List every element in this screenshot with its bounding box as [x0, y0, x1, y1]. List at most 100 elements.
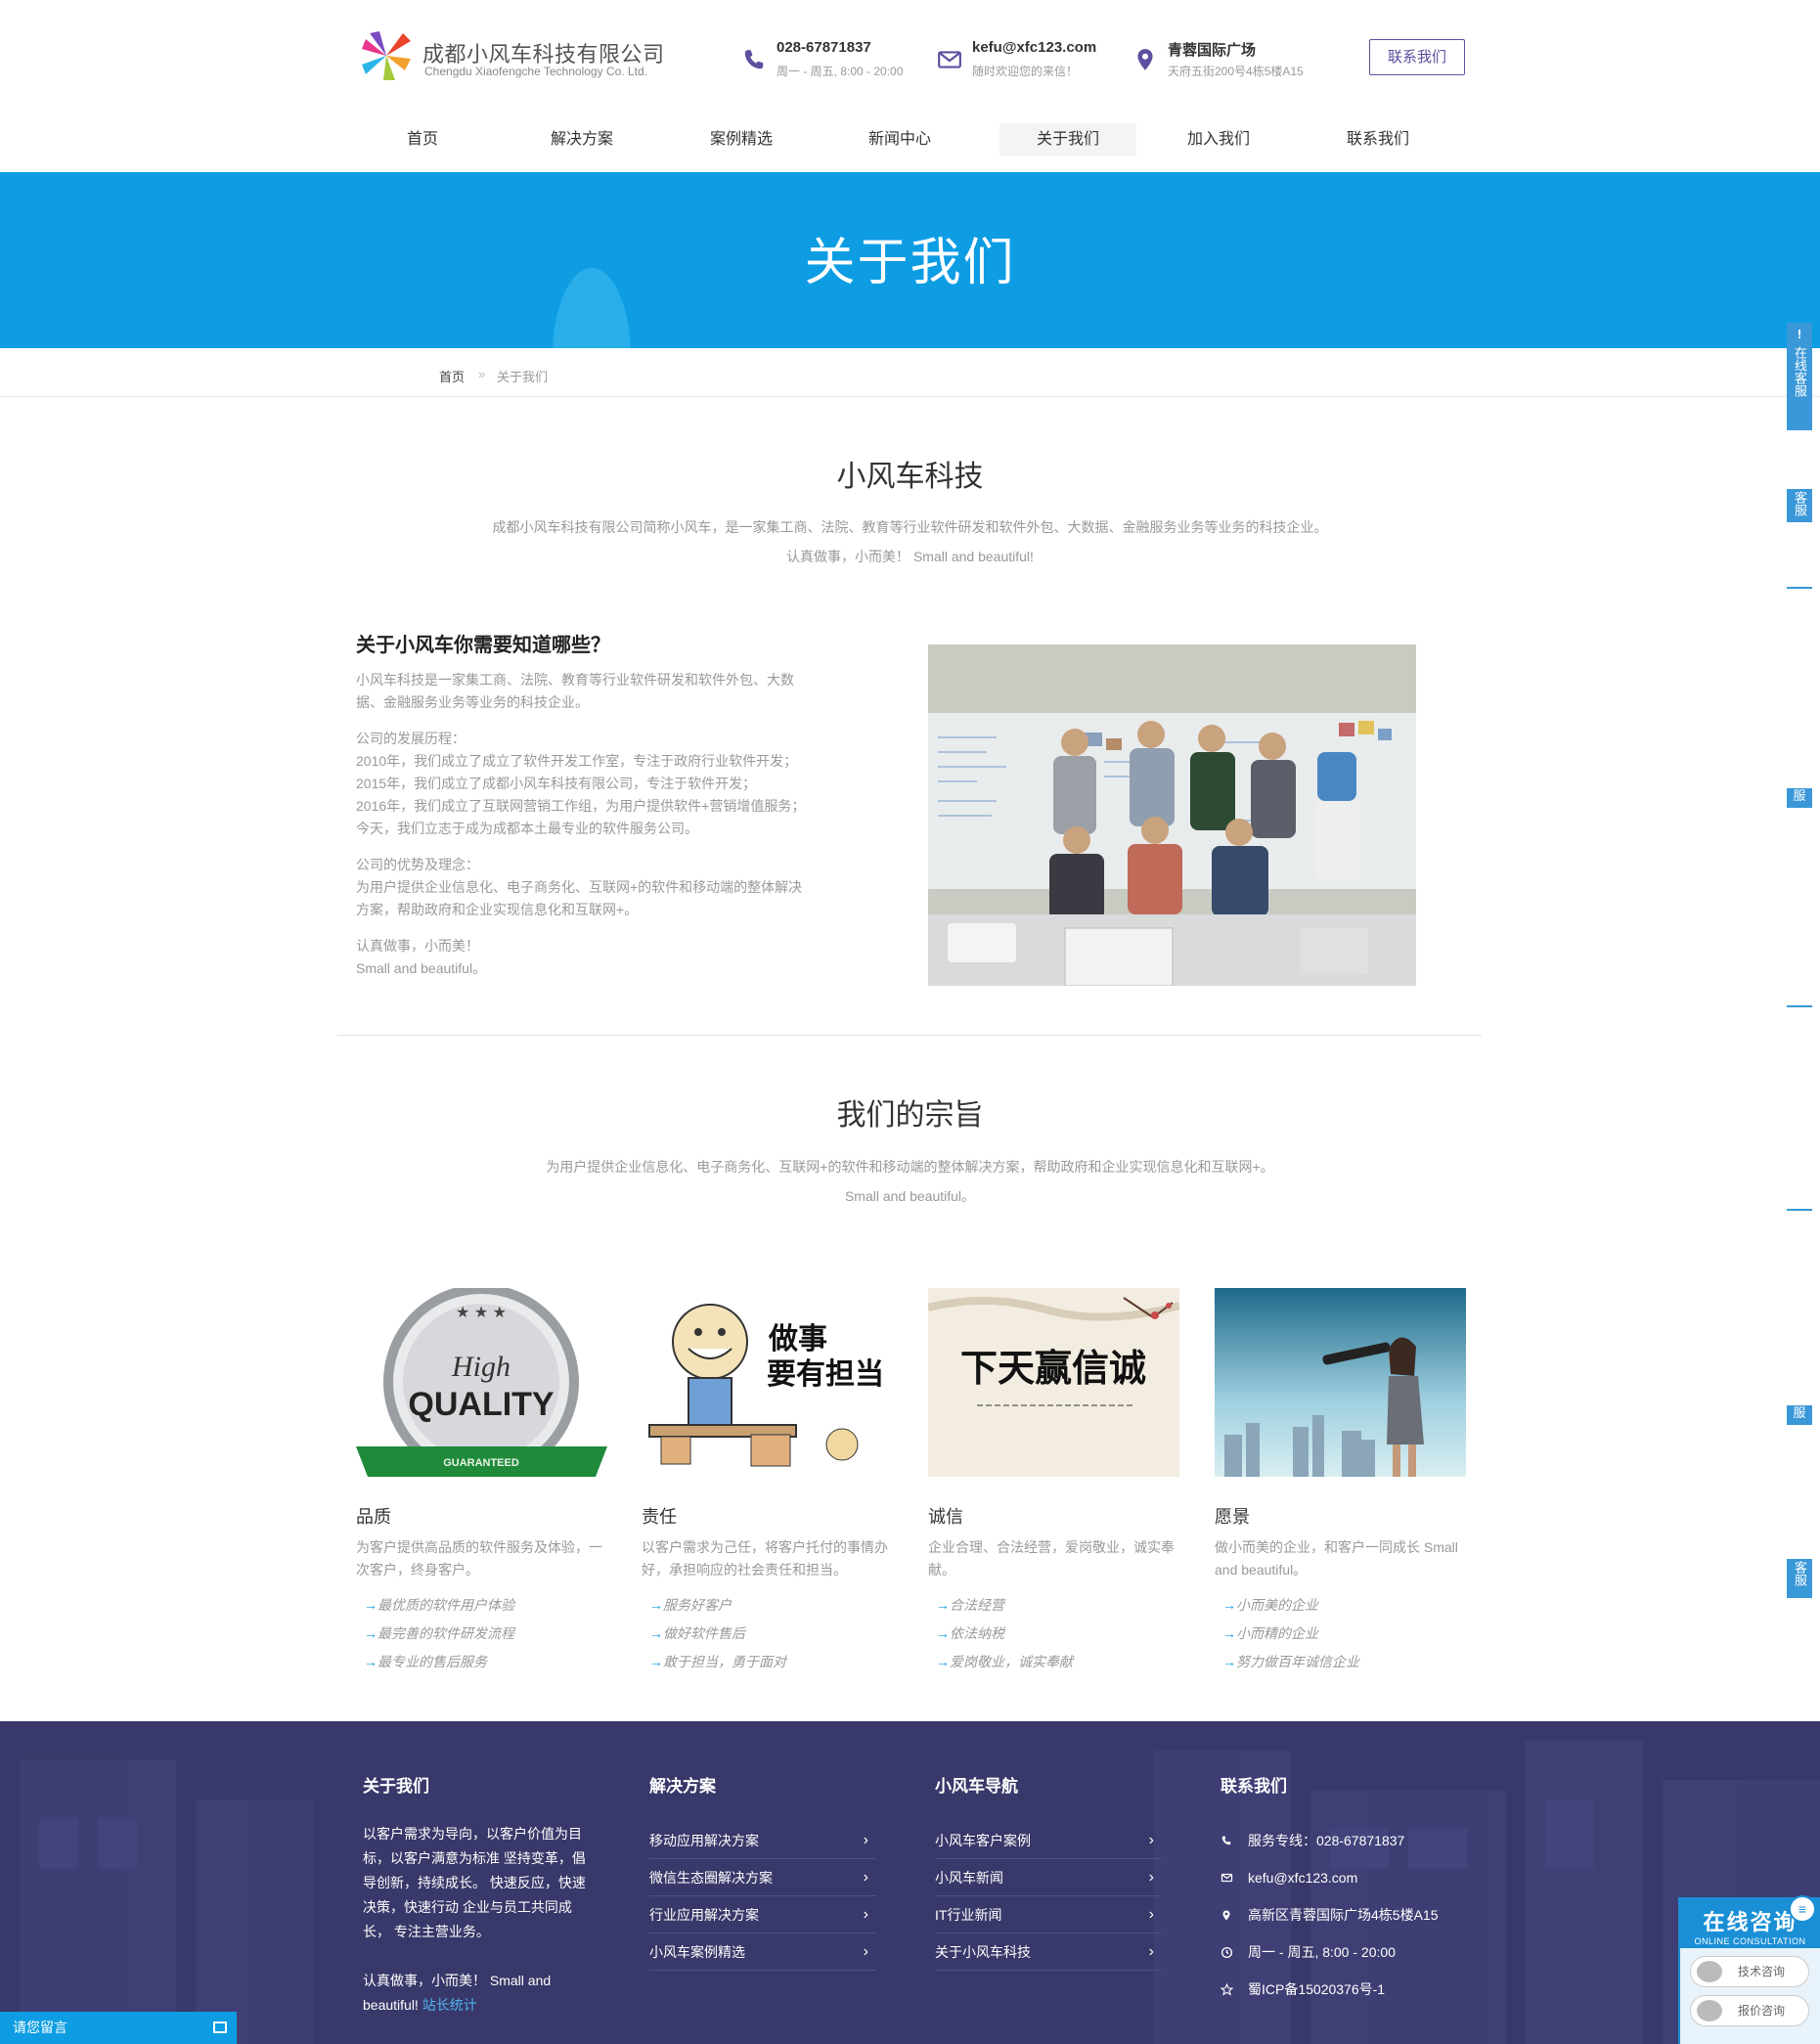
- team-photo: [928, 644, 1416, 986]
- intro-line-2: 认真做事，小而美！ Small and beautiful!: [786, 549, 1034, 564]
- value-card-quality: ★ ★ ★ High QUALITY GUARANTEED 品质 为客户提供高品…: [356, 1288, 607, 1676]
- side-divider: [1787, 1005, 1812, 1007]
- main-nav: 首页 解决方案 案例精选 新闻中心 关于我们 加入我们 联系我们: [352, 123, 1467, 156]
- footer-link[interactable]: 行业应用解决方案 ›: [649, 1896, 876, 1933]
- mission-line-2: Small and beautiful。: [844, 1188, 976, 1204]
- intro-title: 小风车科技: [836, 461, 984, 493]
- service-tab[interactable]: 客服: [1787, 489, 1812, 522]
- footer-solutions-heading: 解决方案: [649, 1777, 716, 1796]
- chat-bubble-icon[interactable]: ≡: [1789, 1895, 1816, 1923]
- svg-text:诚信赢天下: 诚信赢天下: [960, 1348, 1146, 1390]
- footer-link[interactable]: 小风车客户案例 ›: [935, 1822, 1162, 1859]
- arrow-right-icon: →: [364, 1654, 377, 1669]
- leave-message-bar[interactable]: 请您留言: [0, 2012, 237, 2044]
- tech-consult-button[interactable]: 技术咨询: [1690, 1956, 1809, 1987]
- value-card-vision: 愿景 做小而美的企业，和客户一同成长 Small and beautiful。 …: [1215, 1288, 1466, 1676]
- footer-about-slogan: 认真做事，小而美！ Small and beautiful! 站长统计: [363, 1973, 552, 2013]
- chevron-right-icon: ›: [863, 1832, 868, 1848]
- footer-contact-col: 联系我们 服务专线：028-67871837 kefu@xfc123.com 高…: [1221, 1772, 1438, 2008]
- about-paragraph: 公司的发展历程： 2010年，我们成立了成立了软件开发工作室，专注于政府行业软件…: [356, 731, 806, 836]
- nav-item-about[interactable]: 关于我们: [999, 123, 1136, 156]
- nav-item-solutions[interactable]: 解决方案: [513, 123, 650, 156]
- value-card-integrity: 诚信赢天下 诚信 企业合理、合法经营，爱岗敬业，诚实奉献。 →合法经营 →依法纳…: [928, 1288, 1179, 1676]
- pinwheel-logo-icon[interactable]: [360, 29, 413, 82]
- footer-link[interactable]: 小风车新闻 ›: [935, 1859, 1162, 1896]
- arrow-right-icon: →: [936, 1625, 950, 1641]
- footer-link[interactable]: 关于小风车科技 ›: [935, 1933, 1162, 1971]
- arrow-right-icon: →: [364, 1625, 377, 1641]
- email-note: 随时欢迎您的来信！: [972, 65, 1079, 78]
- site-stats-link[interactable]: 站长统计: [422, 1997, 477, 2013]
- quote-consult-button[interactable]: 报价咨询: [1690, 1995, 1809, 2026]
- breadcrumb-separator: »: [478, 367, 486, 381]
- about-heading: 关于小风车你需要知道哪些？: [356, 635, 610, 656]
- intro-line-1: 成都小风车科技有限公司简称小风车，是一家集工商、法院、教育等行业软件研发和软件外…: [492, 519, 1328, 535]
- chat-icon: [1697, 2000, 1722, 2022]
- online-service-tab[interactable]: ! 在线客服: [1787, 323, 1812, 430]
- mail-icon: [1221, 1873, 1233, 1883]
- card-desc: 为客户提供高品质的软件服务及体验，一次客户，终身客户。: [356, 1539, 602, 1577]
- arrow-right-icon: →: [1222, 1654, 1236, 1669]
- breadcrumb-home[interactable]: 首页: [439, 367, 465, 385]
- nav-item-news[interactable]: 新闻中心: [831, 123, 968, 156]
- about-paragraph: 认真做事，小而美！ Small and beautiful。: [356, 938, 487, 976]
- card-bullet: →做好软件售后: [649, 1625, 745, 1641]
- card-bullet: →最专业的售后服务: [364, 1654, 487, 1669]
- footer-link[interactable]: 微信生态圈解决方案 ›: [649, 1859, 876, 1896]
- footer-city-background: [0, 1721, 1820, 2044]
- service-tab[interactable]: 服: [1787, 788, 1812, 808]
- alert-icon: !: [1797, 327, 1802, 341]
- about-paragraph: 公司的优势及理念： 为用户提供企业信息化、电子商务化、互联网+的软件和移动端的整…: [356, 857, 803, 917]
- integrity-calligraphy-image: 诚信赢天下: [928, 1288, 1179, 1477]
- clock-icon: [1221, 1946, 1233, 1959]
- phone-hours: 周一 - 周五, 8:00 - 20:00: [777, 65, 904, 78]
- card-desc: 做小而美的企业，和客户一同成长 Small and beautiful。: [1215, 1539, 1458, 1577]
- contact-us-button[interactable]: 联系我们: [1369, 39, 1465, 75]
- footer-nav-col: 小风车导航 小风车客户案例 › 小风车新闻 › IT行业新闻 › 关于小风车科技 ›: [935, 1772, 1162, 1971]
- footer-address: 高新区青蓉国际广场4栋5楼A15: [1221, 1896, 1438, 1933]
- svg-text:QUALITY: QUALITY: [408, 1386, 555, 1423]
- team-photo-illustration: [928, 644, 1416, 986]
- footer-phone: 服务专线：028-67871837: [1221, 1822, 1438, 1859]
- section-divider: [337, 1035, 1482, 1036]
- page-title: 关于我们: [804, 235, 1016, 291]
- card-desc: 企业合理、合法经营，爱岗敬业，诚实奉献。: [928, 1539, 1175, 1577]
- location-pin-icon: [1137, 49, 1153, 70]
- service-tab[interactable]: 服: [1787, 1405, 1812, 1425]
- nav-item-home[interactable]: 首页: [354, 123, 491, 156]
- location-pin-icon: [1222, 1910, 1230, 1921]
- svg-text:要有担当: 要有担当: [767, 1358, 884, 1391]
- service-tab[interactable]: 客服: [1787, 1559, 1812, 1598]
- chat-icon: [1697, 1961, 1722, 1982]
- chevron-right-icon: ›: [863, 1943, 868, 1960]
- svg-text:GUARANTEED: GUARANTEED: [443, 1457, 519, 1469]
- card-title: 诚信: [928, 1507, 963, 1527]
- footer-link[interactable]: 移动应用解决方案 ›: [649, 1822, 876, 1859]
- footer-hours: 周一 - 周五, 8:00 - 20:00: [1221, 1933, 1438, 1971]
- footer-email[interactable]: kefu@xfc123.com: [1221, 1859, 1438, 1896]
- arrow-right-icon: →: [364, 1597, 377, 1613]
- card-bullet: →小而精的企业: [1222, 1625, 1318, 1641]
- email-address[interactable]: kefu@xfc123.com: [972, 39, 1096, 56]
- chevron-right-icon: ›: [1148, 1943, 1154, 1960]
- maximize-icon[interactable]: [213, 2022, 227, 2033]
- footer-about-heading: 关于我们: [363, 1777, 429, 1796]
- quality-badge-image: ★ ★ ★ High QUALITY GUARANTEED: [356, 1288, 607, 1477]
- card-title: 愿景: [1215, 1507, 1250, 1527]
- mission-line-1: 为用户提供企业信息化、电子商务化、互联网+的软件和移动端的整体解决方案，帮助政府…: [546, 1159, 1274, 1175]
- nav-item-contact[interactable]: 联系我们: [1310, 123, 1446, 156]
- address-title: 青蓉国际广场: [1168, 42, 1257, 59]
- nav-item-cases[interactable]: 案例精选: [673, 123, 810, 156]
- card-title: 品质: [356, 1507, 391, 1527]
- footer-link[interactable]: IT行业新闻 ›: [935, 1896, 1162, 1933]
- card-desc: 以客户需求为己任，将客户托付的事情办好，承担响应的社会责任和担当。: [642, 1539, 888, 1577]
- address-detail: 天府五街200号4栋5楼A15: [1168, 65, 1304, 78]
- nav-item-join[interactable]: 加入我们: [1150, 123, 1287, 156]
- footer-link[interactable]: 小风车案例精选 ›: [649, 1933, 876, 1971]
- footer-nav-heading: 小风车导航: [935, 1777, 1018, 1796]
- chevron-right-icon: ›: [1148, 1869, 1154, 1886]
- footer-contact-heading: 联系我们: [1221, 1777, 1287, 1796]
- online-consultation-widget: 在线咨询 ONLINE CONSULTATION ≡ 技术咨询 报价咨询: [1678, 1895, 1820, 2044]
- svg-text:High: High: [451, 1351, 510, 1383]
- card-title: 责任: [642, 1507, 677, 1527]
